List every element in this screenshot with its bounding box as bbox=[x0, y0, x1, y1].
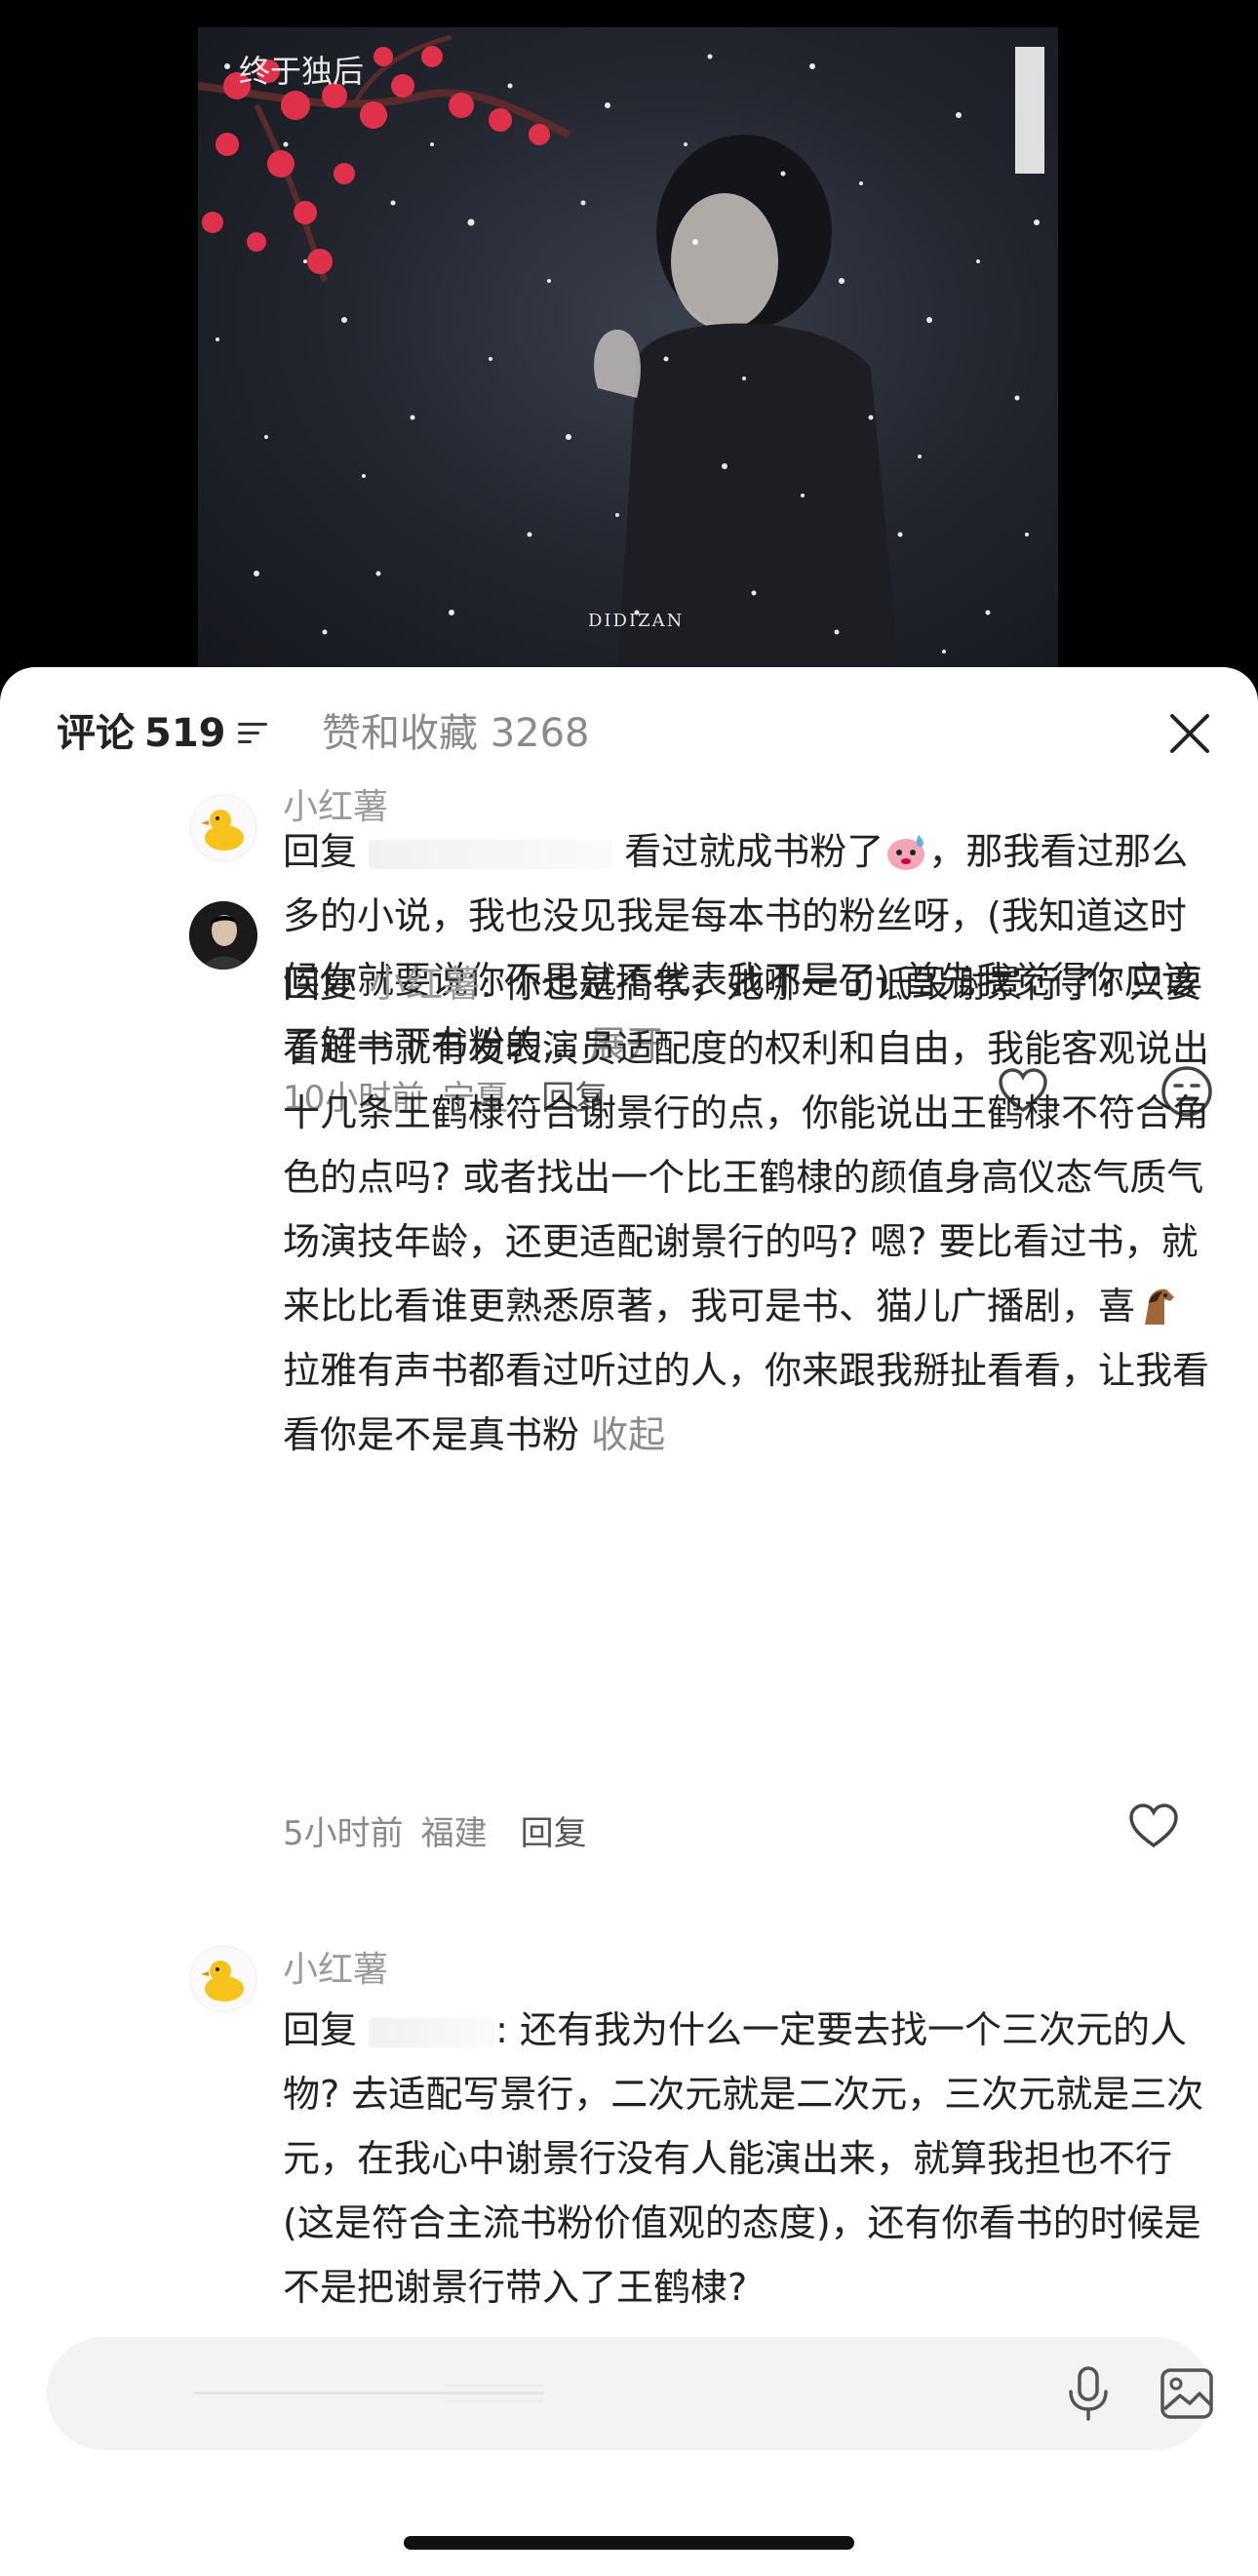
comment-text-part1: : 你也是搞孝，她哪一句诋毁谢景行了? 只要看过书就有发表演员适配度的权利和自由… bbox=[283, 963, 1210, 1328]
image-icon[interactable] bbox=[1159, 2366, 1215, 2421]
comment-username[interactable] bbox=[283, 901, 497, 925]
comment-text: 回复 : 还有我为什么一定要去找一个三次元的人物? 去适配写景行，二次元就是二次… bbox=[283, 1998, 1209, 2319]
duck-avatar-icon bbox=[189, 1945, 257, 2013]
tab-comments-count: 519 bbox=[144, 711, 226, 756]
horse-emoji-icon bbox=[1145, 1288, 1175, 1325]
profile-photo-icon bbox=[189, 901, 257, 970]
close-icon[interactable] bbox=[1166, 710, 1213, 757]
comment-meta: 5小时前 福建 回复 bbox=[283, 1806, 587, 1854]
masked-mention bbox=[369, 839, 613, 869]
mention-link[interactable]: 小红薯 bbox=[369, 963, 480, 1006]
home-indicator[interactable] bbox=[404, 2536, 854, 2550]
comment-username[interactable]: 小红薯 bbox=[283, 1941, 388, 1992]
comment-text: 回复 小红薯: 你也是搞孝，她哪一句诋毁谢景行了? 只要看过书就有发表演员适配度… bbox=[283, 952, 1209, 1467]
tab-comments-label: 评论 bbox=[57, 711, 135, 756]
reply-button[interactable]: 回复 bbox=[521, 1806, 587, 1854]
avatar[interactable] bbox=[189, 901, 257, 970]
comment-time: 5小时前 bbox=[283, 1814, 404, 1853]
video-watermark-bottom: DIDIZAN bbox=[588, 611, 685, 631]
avatar[interactable] bbox=[189, 794, 257, 862]
comment-text-part1: : 还有我为什么一定要去找一个三次元的人物? 去适配写景行，二次元就是二次元，三… bbox=[283, 2008, 1204, 2309]
comment-input-bar[interactable] bbox=[47, 2337, 1213, 2450]
sweat-emoji-icon bbox=[887, 835, 925, 870]
video-watermark-top: 终于独后 bbox=[239, 53, 365, 90]
filter-icon[interactable] bbox=[237, 719, 271, 748]
reply-prefix: 回复 bbox=[283, 963, 358, 1006]
avatar[interactable] bbox=[189, 1945, 257, 2013]
sheet-tabs: 评论 519 赞和收藏 3268 bbox=[0, 667, 1258, 794]
input-placeholder-graphic bbox=[193, 2384, 544, 2402]
masked-mention bbox=[369, 2017, 496, 2047]
reply-prefix: 回复 bbox=[283, 830, 358, 873]
mic-icon[interactable] bbox=[1061, 2364, 1116, 2423]
video-side-strip bbox=[1015, 47, 1044, 174]
heart-icon[interactable] bbox=[1127, 1803, 1180, 1849]
video-player[interactable]: 终于独后 DIDIZAN bbox=[198, 27, 1058, 676]
tab-comments[interactable]: 评论 519 bbox=[57, 706, 271, 761]
comment-sheet: 评论 519 赞和收藏 3268 小红薯 回复 看过就成书粉了 ，那我看过那么多… bbox=[0, 667, 1258, 2576]
comment-text-part2: 拉雅有声书都看过听过的人，你来跟我掰扯看看，让我看看你是不是真书粉 bbox=[283, 1349, 1210, 1456]
snow-overlay bbox=[216, 54, 1040, 654]
tab-likes-favorites[interactable]: 赞和收藏 3268 bbox=[322, 706, 590, 761]
comment-list: 小红薯 回复 看过就成书粉了 ，那我看过那么多的小说，我也没见我是每本书的粉丝呀，… bbox=[0, 784, 1258, 2442]
comment-location: 福建 bbox=[420, 1814, 488, 1853]
reply-prefix: 回复 bbox=[283, 2008, 358, 2051]
comment-text-part1: 看过就成书粉了 bbox=[624, 830, 885, 873]
collapse-link[interactable]: 收起 bbox=[591, 1413, 665, 1456]
duck-avatar-icon bbox=[189, 794, 257, 862]
comment-input-field[interactable] bbox=[193, 2380, 544, 2407]
